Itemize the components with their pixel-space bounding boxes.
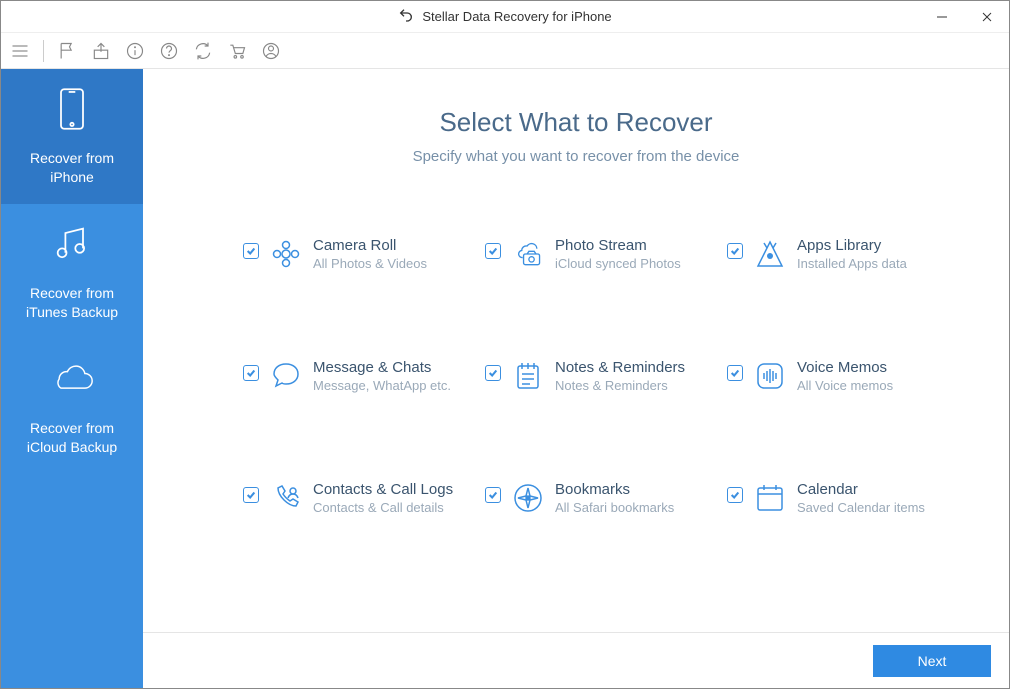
category-title: Notes & Reminders: [555, 359, 685, 376]
category-desc: All Photos & Videos: [313, 256, 427, 271]
page-subtitle: Specify what you want to recover from th…: [183, 148, 969, 165]
contacts-icon: [269, 481, 303, 515]
message-icon: [269, 359, 303, 393]
page-title: Select What to Recover: [183, 107, 969, 138]
checkbox[interactable]: [727, 487, 743, 503]
category-title: Message & Chats: [313, 359, 451, 376]
help-button[interactable]: [158, 40, 180, 62]
checkbox[interactable]: [485, 243, 501, 259]
category-desc: iCloud synced Photos: [555, 256, 681, 271]
footer: Next: [143, 632, 1009, 688]
category-calendar[interactable]: Calendar Saved Calendar items: [727, 481, 949, 515]
category-desc: Contacts & Call details: [313, 500, 453, 515]
phone-icon: [50, 87, 94, 135]
sidebar: Recover from iPhone Recover from iTunes …: [1, 69, 143, 688]
category-apps-library[interactable]: Apps Library Installed Apps data: [727, 237, 949, 271]
sidebar-item-label: Recover from iCloud Backup: [27, 419, 117, 455]
category-desc: All Voice memos: [797, 378, 893, 393]
apps-icon: [753, 237, 787, 271]
next-button[interactable]: Next: [873, 645, 991, 677]
category-contacts[interactable]: Contacts & Call Logs Contacts & Call det…: [243, 481, 465, 515]
category-title: Calendar: [797, 481, 925, 498]
category-bookmarks[interactable]: Bookmarks All Safari bookmarks: [485, 481, 707, 515]
toolbar-divider: [43, 40, 44, 62]
category-title: Apps Library: [797, 237, 907, 254]
category-voice-memos[interactable]: Voice Memos All Voice memos: [727, 359, 949, 393]
sidebar-item-label: Recover from iTunes Backup: [26, 284, 118, 320]
category-notes[interactable]: Notes & Reminders Notes & Reminders: [485, 359, 707, 393]
window-title: Stellar Data Recovery for iPhone: [422, 9, 611, 24]
sidebar-item-label: Recover from iPhone: [30, 149, 114, 185]
cart-button[interactable]: [226, 40, 248, 62]
category-messages[interactable]: Message & Chats Message, WhatApp etc.: [243, 359, 465, 393]
checkbox[interactable]: [243, 487, 259, 503]
share-button[interactable]: [90, 40, 112, 62]
checkbox[interactable]: [485, 487, 501, 503]
checkbox[interactable]: [727, 243, 743, 259]
checkbox[interactable]: [727, 365, 743, 381]
category-desc: Installed Apps data: [797, 256, 907, 271]
category-desc: Notes & Reminders: [555, 378, 685, 393]
menu-button[interactable]: [9, 40, 31, 62]
category-title: Contacts & Call Logs: [313, 481, 453, 498]
refresh-button[interactable]: [192, 40, 214, 62]
notes-icon: [511, 359, 545, 393]
category-desc: All Safari bookmarks: [555, 500, 674, 515]
category-title: Voice Memos: [797, 359, 893, 376]
cloud-icon: [50, 357, 94, 405]
sidebar-item-recover-itunes[interactable]: Recover from iTunes Backup: [1, 204, 143, 339]
sidebar-item-recover-icloud[interactable]: Recover from iCloud Backup: [1, 339, 143, 474]
bookmarks-icon: [511, 481, 545, 515]
flag-button[interactable]: [56, 40, 78, 62]
undo-icon: [398, 7, 414, 26]
category-grid: Camera Roll All Photos & Videos Photo St…: [183, 237, 969, 515]
category-photo-stream[interactable]: Photo Stream iCloud synced Photos: [485, 237, 707, 271]
checkbox[interactable]: [243, 243, 259, 259]
checkbox[interactable]: [243, 365, 259, 381]
category-desc: Saved Calendar items: [797, 500, 925, 515]
category-title: Camera Roll: [313, 237, 427, 254]
music-note-icon: [50, 222, 94, 270]
toolbar: [1, 33, 1009, 69]
sidebar-item-recover-iphone[interactable]: Recover from iPhone: [1, 69, 143, 204]
title-bar: Stellar Data Recovery for iPhone: [1, 1, 1009, 33]
camera-roll-icon: [269, 237, 303, 271]
info-button[interactable]: [124, 40, 146, 62]
minimize-button[interactable]: [919, 1, 964, 33]
close-button[interactable]: [964, 1, 1009, 33]
category-title: Bookmarks: [555, 481, 674, 498]
photo-stream-icon: [511, 237, 545, 271]
content-area: Select What to Recover Specify what you …: [143, 69, 1009, 688]
category-desc: Message, WhatApp etc.: [313, 378, 451, 393]
category-camera-roll[interactable]: Camera Roll All Photos & Videos: [243, 237, 465, 271]
checkbox[interactable]: [485, 365, 501, 381]
voice-icon: [753, 359, 787, 393]
category-title: Photo Stream: [555, 237, 681, 254]
user-button[interactable]: [260, 40, 282, 62]
calendar-icon: [753, 481, 787, 515]
